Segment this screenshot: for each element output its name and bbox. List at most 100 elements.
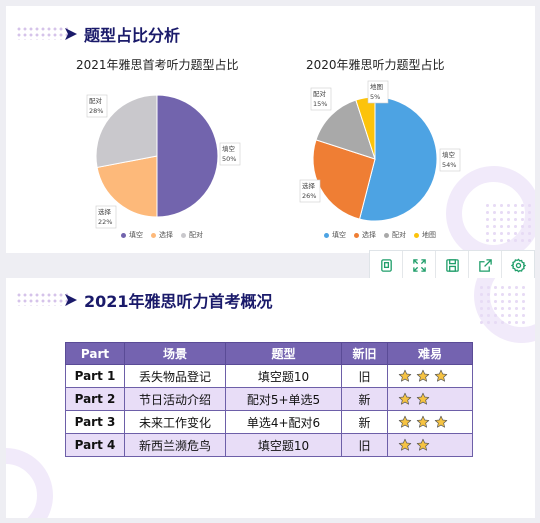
data-label-填空: 填空 50% bbox=[219, 142, 241, 166]
legend-label: 地图 bbox=[422, 231, 436, 239]
part-cell: Part 1 bbox=[65, 364, 125, 388]
star-icon bbox=[398, 416, 412, 428]
data-label-地图: 地图 5% bbox=[367, 80, 389, 104]
legend-label: 选择 bbox=[159, 231, 173, 239]
star-icon bbox=[398, 439, 412, 451]
header-cell: 场景 bbox=[124, 342, 226, 365]
chevron-right-icon bbox=[65, 294, 77, 306]
slide-overview-table: 2021年雅思听力首考概况 Part 场景 题型 新旧 难易 Part 1 丢失… bbox=[6, 278, 535, 518]
legend-item-选择: 选择 bbox=[151, 230, 173, 240]
legend-label: 填空 bbox=[129, 231, 143, 239]
share-button[interactable] bbox=[469, 251, 502, 279]
type-cell: 配对5+单选5 bbox=[225, 387, 342, 411]
star-icon bbox=[398, 393, 412, 405]
difficulty-stars bbox=[387, 410, 473, 434]
scene-cell: 新西兰濒危鸟 bbox=[124, 433, 226, 457]
part-cell: Part 4 bbox=[65, 433, 125, 457]
svg-text:选择: 选择 bbox=[302, 181, 316, 190]
svg-text:配对: 配对 bbox=[313, 89, 327, 98]
slide-pie-charts: 题型占比分析 2021年雅思首考听力题型占比 2020年雅思听力题型占比 填空 5… bbox=[6, 6, 535, 253]
data-label-配对: 配对 15% bbox=[310, 87, 332, 111]
decorative-dots bbox=[16, 292, 68, 306]
table-row: Part 4 新西兰濒危鸟 填空题10 旧 bbox=[65, 433, 473, 457]
star-icon bbox=[416, 439, 430, 451]
type-cell: 填空题10 bbox=[225, 433, 342, 457]
legend-label: 选择 bbox=[362, 231, 376, 239]
legend-swatch bbox=[181, 232, 186, 238]
difficulty-stars bbox=[387, 364, 473, 388]
data-label-填空: 填空 54% bbox=[439, 148, 461, 172]
type-cell: 单选4+配对6 bbox=[225, 410, 342, 434]
legend-2020: 填空 选择 配对 地图 bbox=[324, 230, 436, 240]
legend-item-填空: 填空 bbox=[324, 230, 346, 240]
star-icon bbox=[416, 393, 430, 405]
save-button[interactable] bbox=[436, 251, 469, 279]
header-cell: Part bbox=[65, 342, 125, 365]
star-icon bbox=[398, 370, 412, 382]
age-cell: 新 bbox=[341, 410, 388, 434]
copy-button[interactable] bbox=[370, 251, 403, 279]
legend-label: 填空 bbox=[332, 231, 346, 239]
legend-swatch bbox=[414, 232, 419, 238]
data-label-配对: 配对 28% bbox=[86, 94, 108, 118]
table-row: Part 1 丢失物品登记 填空题10 旧 bbox=[65, 364, 473, 388]
svg-text:地图: 地图 bbox=[370, 82, 383, 91]
legend-swatch bbox=[121, 232, 126, 238]
part-cell: Part 2 bbox=[65, 387, 125, 411]
header-cell: 难易 bbox=[387, 342, 473, 365]
pie-slice-填空 bbox=[156, 94, 219, 218]
section-title-table: 2021年雅思听力首考概况 bbox=[64, 288, 273, 312]
copy-icon bbox=[380, 258, 392, 272]
data-label-选择: 选择 26% bbox=[299, 179, 321, 203]
overview-table: Part 场景 题型 新旧 难易 Part 1 丢失物品登记 填空题10 旧 P… bbox=[65, 342, 473, 457]
legend-swatch bbox=[384, 232, 389, 238]
svg-text:5%: 5% bbox=[370, 93, 380, 101]
star-icon bbox=[416, 370, 430, 382]
svg-text:配对: 配对 bbox=[89, 96, 103, 105]
svg-text:填空: 填空 bbox=[222, 144, 236, 153]
part-cell: Part 3 bbox=[65, 410, 125, 434]
legend-swatch bbox=[151, 232, 156, 238]
fullscreen-icon bbox=[412, 258, 426, 272]
settings-button[interactable] bbox=[502, 251, 534, 279]
legend-item-选择: 选择 bbox=[354, 230, 376, 240]
legend-label: 配对 bbox=[189, 231, 203, 239]
svg-text:26%: 26% bbox=[302, 192, 316, 200]
image-toolbar bbox=[369, 250, 535, 280]
difficulty-stars bbox=[387, 433, 473, 457]
table-header-row: Part 场景 题型 新旧 难易 bbox=[65, 342, 473, 365]
legend-2021: 填空 选择 配对 bbox=[121, 230, 203, 240]
age-cell: 旧 bbox=[341, 433, 388, 457]
save-icon bbox=[445, 258, 459, 272]
fullscreen-button[interactable] bbox=[403, 251, 436, 279]
settings-icon bbox=[510, 257, 526, 272]
scene-cell: 节日活动介绍 bbox=[124, 387, 226, 411]
table-row: Part 2 节日活动介绍 配对5+单选5 新 bbox=[65, 387, 473, 411]
legend-swatch bbox=[354, 232, 359, 238]
svg-text:选择: 选择 bbox=[98, 207, 112, 216]
section-title-text: 2021年雅思听力首考概况 bbox=[84, 292, 273, 311]
decorative-dots bbox=[484, 202, 534, 242]
data-label-选择: 选择 22% bbox=[95, 205, 117, 229]
svg-text:15%: 15% bbox=[313, 100, 327, 108]
legend-item-地图: 地图 bbox=[414, 230, 436, 240]
legend-swatch bbox=[324, 232, 329, 238]
header-cell: 新旧 bbox=[341, 342, 388, 365]
decorative-arc bbox=[6, 448, 53, 518]
table-row: Part 3 未来工作变化 单选4+配对6 新 bbox=[65, 410, 473, 434]
age-cell: 旧 bbox=[341, 364, 388, 388]
svg-text:28%: 28% bbox=[89, 107, 103, 115]
decorative-dots bbox=[478, 284, 528, 324]
legend-item-配对: 配对 bbox=[384, 230, 406, 240]
scene-cell: 丢失物品登记 bbox=[124, 364, 226, 388]
type-cell: 填空题10 bbox=[225, 364, 342, 388]
svg-text:50%: 50% bbox=[222, 155, 236, 163]
svg-text:54%: 54% bbox=[442, 161, 456, 169]
star-icon bbox=[434, 370, 448, 382]
svg-text:22%: 22% bbox=[98, 218, 112, 226]
legend-item-填空: 填空 bbox=[121, 230, 143, 240]
legend-item-配对: 配对 bbox=[181, 230, 203, 240]
header-cell: 题型 bbox=[225, 342, 342, 365]
star-icon bbox=[416, 416, 430, 428]
share-icon bbox=[478, 258, 492, 272]
